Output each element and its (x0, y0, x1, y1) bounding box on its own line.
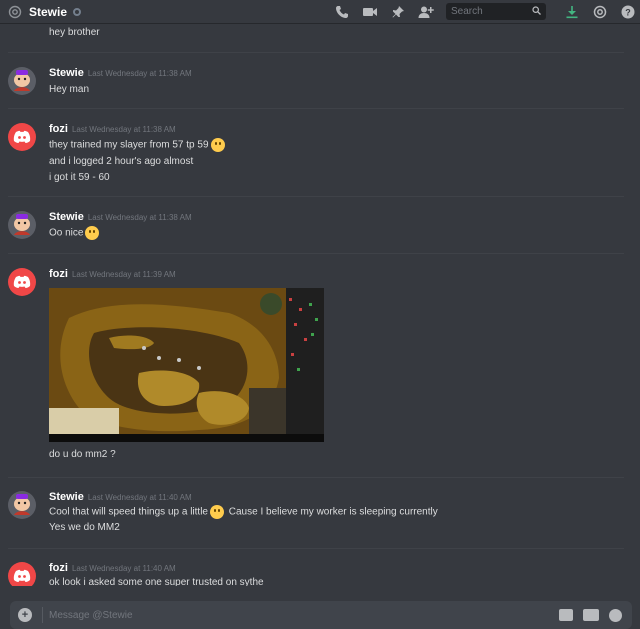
message-text: they trained my slayer from 57 tp 59 (49, 138, 227, 152)
message-text: Yes we do MM2 (49, 522, 120, 533)
message-text: i got it 59 - 60 (49, 172, 110, 183)
svg-text:?: ? (625, 7, 631, 17)
divider (8, 108, 624, 109)
phone-call-icon[interactable] (334, 4, 350, 20)
message-timestamp: Last Wednesday at 11:40 AM (71, 564, 176, 573)
message-text: Cool that will speed things up a little … (49, 505, 438, 519)
message-text: and i logged 2 hour's ago almost (49, 156, 194, 167)
divider (8, 548, 624, 549)
message-timestamp: Last Wednesday at 11:40 AM (87, 493, 192, 502)
avatar[interactable] (8, 211, 36, 239)
avatar[interactable] (8, 491, 36, 519)
message-text: hey brother (49, 27, 100, 38)
avatar[interactable] (8, 67, 36, 95)
status-icon (73, 7, 82, 16)
message-text-content: Cause I believe my worker is sleeping cu… (228, 506, 438, 518)
winking-emoji-icon (209, 505, 224, 519)
message-timestamp: Last Wednesday at 11:39 AM (71, 270, 176, 279)
header-toolbar: Search ? (322, 0, 640, 24)
search-input[interactable]: Search (446, 3, 546, 20)
message-composer: + Message @Stewie (10, 601, 632, 629)
at-icon (8, 5, 22, 19)
channel-header: Stewie Search ? (0, 0, 640, 24)
author-name[interactable]: Stewie (49, 211, 84, 223)
message-input[interactable]: Message @Stewie (49, 610, 559, 621)
search-placeholder: Search (451, 6, 483, 17)
message-author[interactable]: fozi Last Wednesday at 11:38 AM (49, 123, 176, 135)
search-icon (532, 5, 541, 18)
composer-divider (42, 607, 43, 623)
message-list[interactable]: hey brother Stewie Last Wednesday at 11:3… (0, 24, 640, 586)
author-name[interactable]: fozi (49, 562, 68, 574)
message-timestamp: Last Wednesday at 11:38 AM (87, 69, 192, 78)
video-icon[interactable] (362, 4, 378, 20)
image-attachment[interactable] (49, 288, 324, 442)
message-timestamp: Last Wednesday at 11:38 AM (71, 125, 176, 134)
divider (8, 253, 624, 254)
message-text-content: Oo nice (49, 227, 84, 239)
divider (8, 196, 624, 197)
author-name[interactable]: Stewie (49, 491, 84, 503)
message-text-content: Cool that will speed things up a little (49, 506, 208, 518)
message-text: Hey man (49, 84, 90, 95)
gif-icon[interactable] (583, 609, 599, 621)
author-name[interactable]: fozi (49, 268, 68, 280)
message-text: ok look i asked some one super trusted o… (49, 577, 264, 586)
message-author[interactable]: Stewie Last Wednesday at 11:38 AM (49, 211, 192, 223)
mention-icon[interactable] (592, 4, 608, 20)
message-author[interactable]: Stewie Last Wednesday at 11:38 AM (49, 67, 192, 79)
message-timestamp: Last Wednesday at 11:38 AM (87, 213, 192, 222)
gift-icon[interactable] (559, 609, 573, 621)
message-text: do u do mm2 ? (49, 449, 116, 460)
message-text: Oo nice (49, 226, 101, 240)
avatar[interactable] (8, 123, 36, 151)
channel-title: Stewie (29, 4, 68, 19)
pin-icon[interactable] (390, 4, 406, 20)
avatar[interactable] (8, 562, 36, 586)
message-author[interactable]: fozi Last Wednesday at 11:40 AM (49, 562, 176, 574)
message-text-content: they trained my slayer from 57 tp 59 (49, 139, 209, 151)
grinning-emoji-icon (210, 138, 225, 152)
divider (8, 477, 624, 478)
help-icon[interactable]: ? (620, 4, 636, 20)
smiley-emoji-icon (85, 226, 100, 240)
divider (8, 52, 624, 53)
author-name[interactable]: fozi (49, 123, 68, 135)
download-icon[interactable] (564, 4, 580, 20)
message-author[interactable]: fozi Last Wednesday at 11:39 AM (49, 268, 176, 280)
emoji-picker-icon[interactable] (609, 608, 622, 622)
add-friend-icon[interactable] (418, 4, 434, 20)
avatar[interactable] (8, 268, 36, 296)
upload-plus-icon[interactable]: + (18, 608, 32, 622)
message-author[interactable]: Stewie Last Wednesday at 11:40 AM (49, 491, 192, 503)
author-name[interactable]: Stewie (49, 67, 84, 79)
